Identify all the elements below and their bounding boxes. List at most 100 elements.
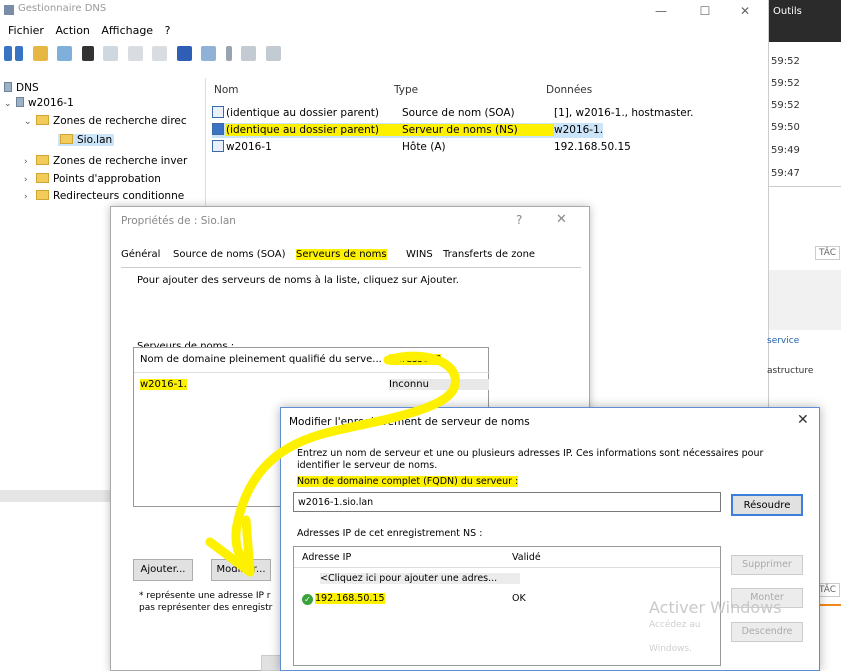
server-manager-header: Outils <box>769 0 841 42</box>
add-button[interactable]: Ajouter... <box>133 559 193 581</box>
column-header-ip[interactable]: Adresse IP <box>302 552 351 563</box>
maximize-button[interactable]: ☐ <box>690 2 720 20</box>
service-link[interactable]: service <box>767 336 799 346</box>
tab-soa[interactable]: Source de noms (SOA) <box>173 249 285 260</box>
menu-affichage[interactable]: Affichage <box>101 24 153 37</box>
list-header-divider <box>294 567 720 568</box>
close-button[interactable]: ✕ <box>730 2 760 20</box>
server-icon[interactable] <box>225 46 232 61</box>
folder-icon <box>36 173 49 183</box>
chevron-down-icon: ⌄ <box>4 99 12 109</box>
chevron-right-icon: › <box>24 192 28 202</box>
record-row-selected[interactable]: (identique au dossier parent) Serveur de … <box>212 123 604 138</box>
dialog-title: Propriétés de : Sio.lan <box>121 215 236 227</box>
tab-name-servers[interactable]: Serveurs de noms <box>296 249 387 260</box>
event-time: 59:52 <box>771 100 800 111</box>
resolve-button[interactable]: Résoudre <box>731 494 803 516</box>
close-icon[interactable]: ✕ <box>797 412 809 428</box>
folder-icon <box>36 190 49 200</box>
ip-row[interactable]: ✓ 192.168.50.15 <box>302 593 385 605</box>
record-icon[interactable] <box>241 46 256 61</box>
chevron-right-icon: › <box>24 157 28 167</box>
chevron-right-icon: › <box>24 175 28 185</box>
column-header-ip[interactable]: Adresse IP <box>389 354 441 365</box>
record-icon <box>212 106 224 118</box>
activation-watermark: Activer Windows <box>649 598 782 617</box>
dialog-title: Modifier l'enregistrement de serveur de … <box>289 416 530 428</box>
modify-name-server-dialog: Modifier l'enregistrement de serveur de … <box>280 407 820 671</box>
record-row[interactable]: w2016-1 Hôte (A) 192.168.50.15 <box>212 140 631 155</box>
tasks-button[interactable]: TÂC <box>815 246 841 260</box>
refresh-icon[interactable] <box>127 46 143 61</box>
column-header-validated[interactable]: Validé <box>512 552 541 563</box>
column-header-data[interactable]: Données <box>546 84 592 96</box>
filter-icon[interactable] <box>265 46 281 61</box>
check-icon: ✓ <box>302 594 313 605</box>
menu-bar: Fichier Action Affichage ? <box>0 24 768 40</box>
fqdn-label: Nom de domaine complet (FQDN) du serveur… <box>297 476 519 487</box>
folder-up-icon[interactable] <box>32 46 48 61</box>
tab-zone-transfers[interactable]: Transferts de zone <box>443 249 535 260</box>
export-icon[interactable] <box>152 46 167 61</box>
event-time: 59:50 <box>771 122 800 133</box>
record-icon <box>212 123 224 135</box>
tree-item-dns[interactable]: DNS <box>4 82 39 94</box>
record-row[interactable]: (identique au dossier parent) Source de n… <box>212 106 693 121</box>
server-icon <box>16 97 24 107</box>
console-tree-icon[interactable] <box>57 46 72 61</box>
event-time: 59:52 <box>771 56 800 67</box>
name-server-ip[interactable]: Inconnu <box>389 379 489 390</box>
dns-app-icon <box>4 5 14 15</box>
activation-watermark-sub2: Windows. <box>649 644 693 654</box>
dns-icon <box>4 82 12 92</box>
list-header-divider <box>134 372 490 373</box>
close-icon[interactable]: ✕ <box>556 212 567 227</box>
view-icon[interactable] <box>201 46 216 61</box>
tab-wins[interactable]: WINS <box>406 249 433 260</box>
help-icon[interactable]: ? <box>516 213 522 227</box>
toolbar <box>0 43 768 65</box>
tree-item-trust-points[interactable]: › Points d'approbation <box>24 173 161 185</box>
forward-icon[interactable] <box>15 46 23 61</box>
delete-icon[interactable] <box>81 46 94 61</box>
tree-item-server[interactable]: ⌄ w2016-1 <box>4 97 74 109</box>
records-list: Nom Type Données (identique au dossier p… <box>205 78 767 208</box>
delete-button[interactable]: Supprimer <box>731 555 803 575</box>
divider <box>769 186 841 187</box>
window-title: Gestionnaire DNS <box>18 3 107 14</box>
tree-item-forward-zones[interactable]: ⌄ Zones de recherche direc <box>24 115 187 127</box>
column-header-type[interactable]: Type <box>394 84 418 96</box>
minimize-button[interactable]: — <box>646 2 676 20</box>
event-time: 59:49 <box>771 145 800 156</box>
menu-action[interactable]: Action <box>55 24 89 37</box>
zone-icon <box>60 134 73 144</box>
move-down-button[interactable]: Descendre <box>731 622 803 642</box>
event-time: 59:47 <box>771 168 800 179</box>
tree-item-reverse-zones[interactable]: › Zones de recherche inver <box>24 155 187 167</box>
ip-addresses-label: Adresses IP de cet enregistrement NS : <box>297 528 483 539</box>
fqdn-input[interactable] <box>293 492 721 512</box>
help-icon[interactable] <box>176 46 192 61</box>
infrastructure-label: astructure <box>767 366 814 376</box>
description-text: Entrez un nom de serveur et une ou plusi… <box>297 448 764 471</box>
column-header-fqdn[interactable]: Nom de domaine pleinement qualifié du se… <box>140 354 382 365</box>
modify-button[interactable]: Modifier... <box>211 559 271 581</box>
tab-general[interactable]: Général <box>121 249 160 260</box>
column-header-name[interactable]: Nom <box>214 84 239 96</box>
name-server-fqdn[interactable]: w2016-1. <box>140 379 187 390</box>
tree-item-forwarders[interactable]: › Redirecteurs conditionne <box>24 190 184 202</box>
folder-icon <box>36 115 49 125</box>
back-icon[interactable] <box>4 46 12 61</box>
add-ip-placeholder[interactable]: <Cliquez ici pour ajouter une adres... <box>320 573 520 584</box>
activation-watermark-sub: Accédez au <box>649 620 701 630</box>
title-bar: Gestionnaire DNS — ☐ ✕ <box>0 0 768 22</box>
properties-icon[interactable] <box>103 46 118 61</box>
menu-fichier[interactable]: Fichier <box>8 24 44 37</box>
menu-help[interactable]: ? <box>165 24 171 37</box>
tab-divider <box>121 267 581 268</box>
folder-icon <box>36 155 49 165</box>
panel-block <box>769 270 841 330</box>
chevron-down-icon: ⌄ <box>24 117 32 127</box>
tree-item-zone-sio-lan[interactable]: Sio.lan <box>58 134 115 146</box>
instructions-text: Pour ajouter des serveurs de noms à la l… <box>137 275 459 286</box>
